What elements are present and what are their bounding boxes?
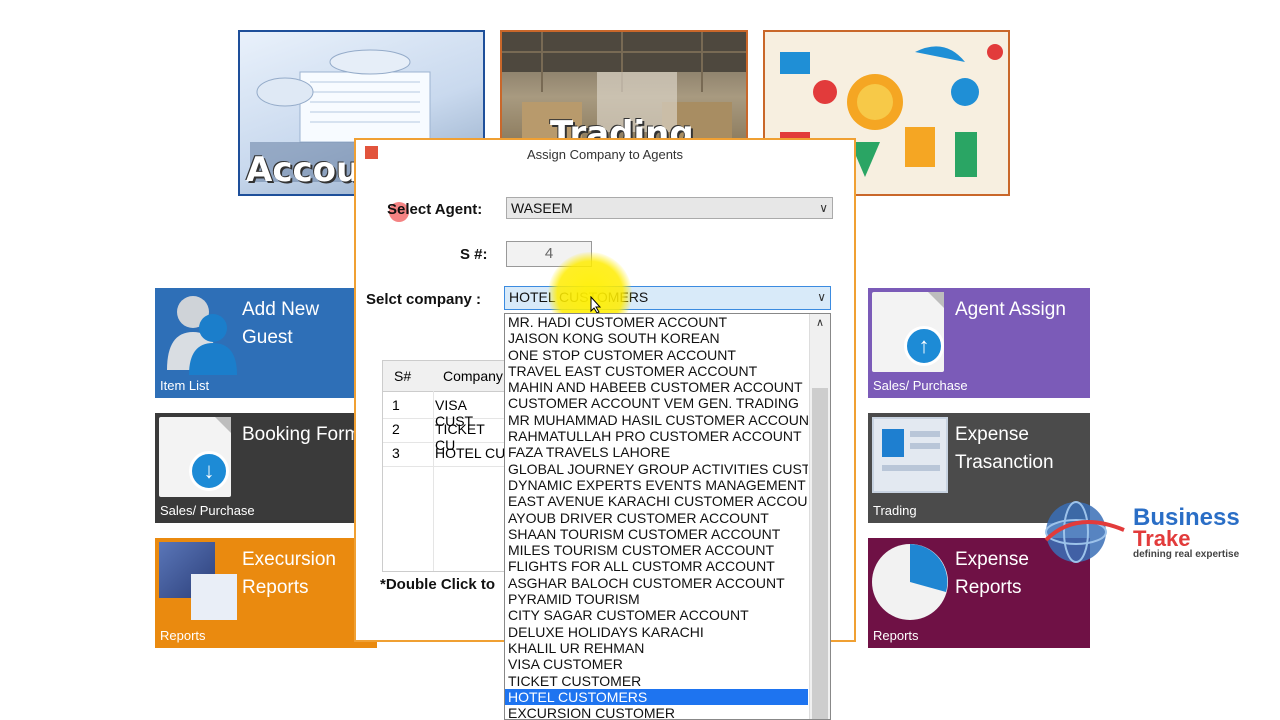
scroll-up-icon[interactable]: ∧	[810, 316, 830, 329]
sno-label: S #:	[460, 246, 488, 263]
form-window-icon	[872, 417, 948, 493]
dialog-title: Assign Company to Agents	[526, 147, 684, 162]
dropdown-option[interactable]: MR. HADI CUSTOMER ACCOUNT	[505, 314, 808, 330]
grid-header: S# Company	[383, 361, 508, 392]
chevron-down-icon[interactable]: ∨	[817, 287, 826, 307]
excursion-reports-tile[interactable]: Execursion Reports Reports	[155, 538, 377, 648]
company-grid[interactable]: S# Company 1 VISA CUST 2 TICKET CU 3 HOT…	[382, 360, 509, 572]
tile-subtitle: Trading	[873, 503, 917, 518]
table-row[interactable]: 2 TICKET CU	[383, 418, 508, 453]
tile-subtitle: Reports	[160, 628, 206, 643]
users-icon	[167, 296, 237, 375]
grid-column-divider	[433, 391, 434, 571]
add-new-guest-tile[interactable]: Add New Guest Item List	[155, 288, 377, 398]
tile-subtitle: Sales/ Purchase	[873, 378, 968, 393]
upload-arrow-icon: ↑	[904, 326, 944, 366]
dropdown-option[interactable]: TRAVEL EAST CUSTOMER ACCOUNT	[505, 363, 808, 379]
dropdown-option[interactable]: JAISON KONG SOUTH KOREAN	[505, 330, 808, 346]
grid-header-company: Company	[443, 368, 503, 384]
dropdown-option[interactable]: VISA CUSTOMER	[505, 656, 808, 672]
double-click-note: *Double Click to	[380, 576, 496, 593]
dropdown-option[interactable]: EXCURSION CUSTOMER	[505, 705, 808, 719]
dropdown-option[interactable]: EAST AVENUE KARACHI CUSTOMER ACCOUNT	[505, 493, 808, 509]
dropdown-option[interactable]: FLIGHTS FOR ALL CUSTOMR ACCOUNT	[505, 558, 808, 574]
select-agent-label: Select Agent:	[387, 201, 483, 218]
select-company-label: Selct company :	[366, 291, 482, 308]
dropdown-option[interactable]: GLOBAL JOURNEY GROUP ACTIVITIES CUSTOI	[505, 461, 808, 477]
business-trake-logo: Business Trake defining real expertise	[1040, 500, 1270, 570]
dropdown-option[interactable]: HOTEL CUSTOMERS	[505, 688, 808, 706]
pie-chart-icon	[872, 544, 948, 620]
dropdown-option[interactable]: SHAAN TOURISM CUSTOMER ACCOUNT	[505, 526, 808, 542]
dropdown-items: MR. HADI CUSTOMER ACCOUNT JAISON KONG SOU…	[505, 314, 830, 719]
dropdown-option[interactable]: MAHIN AND HABEEB CUSTOMER ACCOUNT	[505, 379, 808, 395]
tile-subtitle: Sales/ Purchase	[160, 503, 255, 518]
table-row[interactable]: 1 VISA CUST	[383, 394, 508, 429]
table-row[interactable]: 3 HOTEL CU	[383, 442, 508, 467]
mouse-cursor-icon	[590, 296, 602, 314]
booking-form-tile[interactable]: ↓ Booking Form Sales/ Purchase	[155, 413, 377, 523]
agent-select-value: WASEEM	[511, 200, 573, 216]
tile-subtitle: Reports	[873, 628, 919, 643]
tile-title: Expense Trasanction	[955, 424, 1054, 473]
row-sno: 2	[392, 421, 400, 437]
tile-title: Execursion Reports	[242, 549, 336, 598]
dropdown-option[interactable]: CUSTOMER ACCOUNT VEM GEN. TRADING	[505, 395, 808, 411]
agent-assign-tile[interactable]: ↑ Agent Assign Sales/ Purchase	[868, 288, 1090, 398]
agent-select[interactable]: WASEEM ∨	[506, 197, 833, 219]
row-company: HOTEL CU	[435, 445, 506, 461]
dropdown-option[interactable]: RAHMATULLAH PRO CUSTOMER ACCOUNT	[505, 428, 808, 444]
dropdown-option[interactable]: PYRAMID TOURISM	[505, 591, 808, 607]
download-arrow-icon: ↓	[189, 451, 229, 491]
logo-tagline: defining real expertise	[1133, 549, 1240, 560]
dropdown-scrollbar[interactable]: ∧	[809, 314, 830, 719]
row-sno: 3	[392, 445, 400, 461]
company-dropdown-list[interactable]: MR. HADI CUSTOMER ACCOUNT JAISON KONG SOU…	[504, 313, 831, 720]
dropdown-option[interactable]: DELUXE HOLIDAYS KARACHI	[505, 624, 808, 640]
dropdown-option[interactable]: MILES TOURISM CUSTOMER ACCOUNT	[505, 542, 808, 558]
chevron-down-icon[interactable]: ∨	[819, 198, 828, 218]
tile-subtitle: Item List	[160, 378, 210, 393]
tile-title: Add New Guest	[242, 299, 320, 348]
tile-title: Agent Assign	[955, 299, 1066, 320]
dropdown-option[interactable]: KHALIL UR REHMAN	[505, 640, 808, 656]
dropdown-option[interactable]: MR MUHAMMAD HASIL CUSTOMER ACCOUNT	[505, 412, 808, 428]
globe-icon	[1044, 501, 1125, 563]
grid-header-sno: S#	[394, 368, 412, 384]
dropdown-option[interactable]: TICKET CUSTOMER	[505, 673, 808, 689]
dropdown-option[interactable]: DYNAMIC EXPERTS EVENTS MANAGEMENT CU	[505, 477, 808, 493]
tile-title: Booking Form	[242, 424, 361, 445]
dropdown-option[interactable]: ONE STOP CUSTOMER ACCOUNT	[505, 347, 808, 363]
accounts-caption: Accou	[246, 150, 361, 190]
dropdown-option[interactable]: FAZA TRAVELS LAHORE	[505, 444, 808, 460]
scrollbar-thumb[interactable]	[812, 388, 828, 719]
dropdown-option[interactable]: CITY SAGAR CUSTOMER ACCOUNT	[505, 607, 808, 623]
row-sno: 1	[392, 397, 400, 413]
report-square-light-icon	[191, 574, 237, 620]
dropdown-option[interactable]: ASGHAR BALOCH CUSTOMER ACCOUNT	[505, 575, 808, 591]
dropdown-option[interactable]: AYOUB DRIVER CUSTOMER ACCOUNT	[505, 510, 808, 526]
